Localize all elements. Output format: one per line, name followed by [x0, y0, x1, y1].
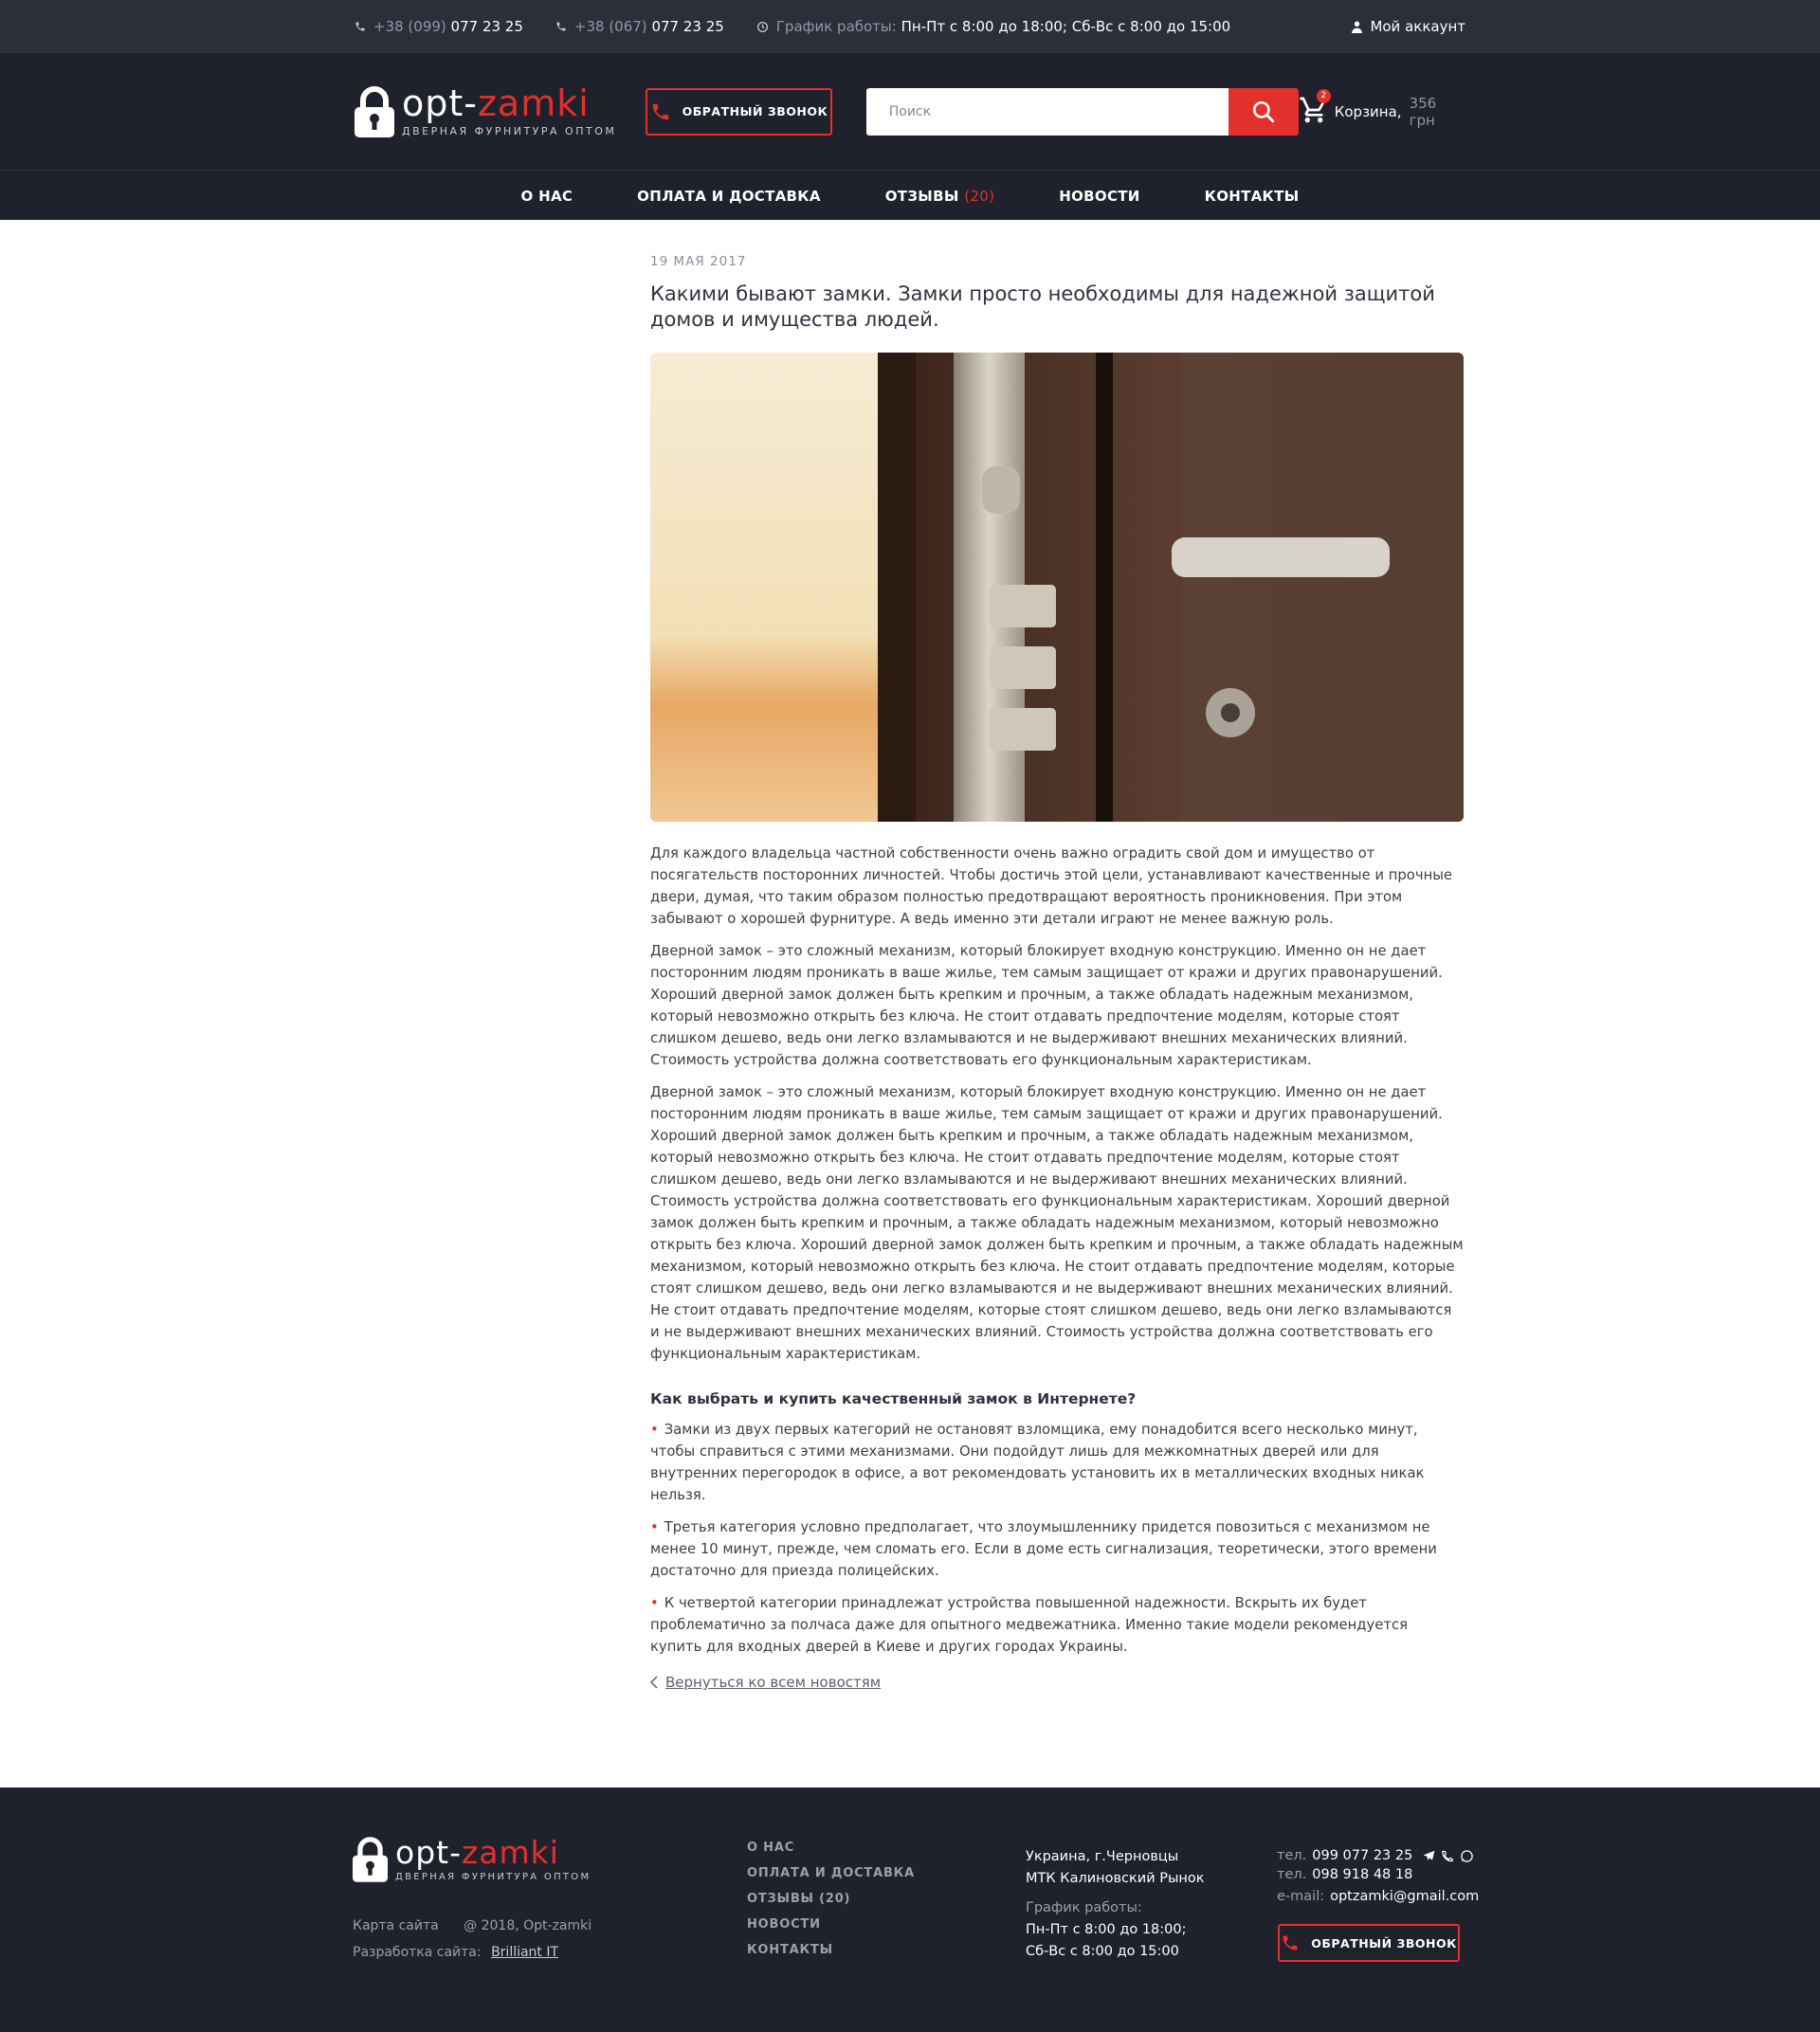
footer-address: Украина, г.Черновцы МТК Калиновский Рыно… [1026, 1846, 1205, 1963]
footer-phone-1[interactable]: тел. 099 077 23 25 [1277, 1846, 1479, 1865]
footer-logo-name: opt-zamki [395, 1834, 559, 1871]
cart-count-badge: 2 [1316, 88, 1331, 103]
phone-1-number: 077 23 25 [450, 18, 523, 35]
padlock-logo-icon [355, 85, 394, 137]
topbar-phone-2[interactable]: +38 (067) 077 23 25 [555, 18, 724, 35]
phone-icon [1283, 1935, 1298, 1950]
search-button[interactable] [1228, 87, 1299, 136]
user-icon [1352, 21, 1363, 33]
address-line-1: Украина, г.Черновцы [1026, 1849, 1179, 1864]
search-icon [1252, 100, 1274, 122]
developer-link[interactable]: Brilliant IT [491, 1945, 558, 1960]
footer-callback-label: ОБРАТНЫЙ ЗВОНОК [1311, 1935, 1457, 1950]
phone-1-prefix: +38 (099) [373, 18, 446, 35]
bullet-dot: • [650, 1422, 659, 1438]
footer-logo[interactable]: opt-zamki ДВЕРНАЯ ФУРНИТУРА ОПТОМ [353, 1837, 591, 1882]
phone-icon [355, 22, 365, 31]
article-date: 19 МАЯ 2017 [650, 254, 747, 269]
site-header: opt-zamki ДВЕРНАЯ ФУРНИТУРА ОПТОМ ОБРАТН… [0, 53, 1820, 170]
footer-logo-subtitle: ДВЕРНАЯ ФУРНИТУРА ОПТОМ [395, 1872, 592, 1882]
phone-2-prefix: +38 (067) [573, 18, 647, 35]
cart-sum: 356 грн [1409, 94, 1437, 129]
schedule-value: Пн-Пт с 8:00 до 18:00; Сб-Вс с 8:00 до 1… [901, 18, 1231, 35]
telegram-icon[interactable] [1422, 1849, 1436, 1862]
logo-subtitle: ДВЕРНАЯ ФУРНИТУРА ОПТОМ [402, 125, 617, 137]
tel-1: 099 077 23 25 [1312, 1848, 1413, 1863]
footer-schedule-line-1: Пн-Пт с 8:00 до 18:00; [1026, 1922, 1187, 1937]
topbar-schedule: График работы: Пн-Пт с 8:00 до 18:00; Сб… [756, 18, 1230, 35]
footer-nav: О НАС ОПЛАТА И ДОСТАВКА ОТЗЫВЫ (20) НОВО… [747, 1841, 915, 1968]
article-paragraph: Для каждого владельца частной собственно… [650, 845, 1453, 927]
article-content: Для каждого владельца частной собственно… [650, 843, 1464, 1658]
search-form [865, 87, 1299, 136]
bullet-dot: • [650, 1595, 659, 1611]
article-paragraph: Дверной замок – это сложный механизм, ко… [650, 1084, 1464, 1362]
site-footer: opt-zamki ДВЕРНАЯ ФУРНИТУРА ОПТОМ Карта … [0, 1787, 1820, 2032]
footer-schedule-line-2: Сб-Вс с 8:00 до 15:00 [1026, 1944, 1179, 1959]
footer-callback-button[interactable]: ОБРАТНЫЙ ЗВОНОК [1278, 1924, 1460, 1962]
footer-phone-2[interactable]: тел. 098 918 48 18 [1277, 1865, 1479, 1884]
phone-2-number: 077 23 25 [651, 18, 724, 35]
footer-schedule-label: График работы: [1026, 1900, 1142, 1915]
footer-link-payment-delivery[interactable]: ОПЛАТА И ДОСТАВКА [747, 1866, 915, 1880]
tel-2: 098 918 48 18 [1312, 1867, 1413, 1882]
footer-meta-row-1: Карта сайта @ 2018, Opt-zamki [353, 1918, 592, 1933]
door-lock-photo [650, 353, 1464, 822]
callback-button[interactable]: ОБРАТНЫЙ ЗВОНОК [646, 87, 832, 136]
copyright: @ 2018, Opt-zamki [464, 1918, 592, 1933]
schedule-label: График работы: [775, 18, 897, 35]
main-nav: О НАС ОПЛАТА И ДОСТАВКА ОТЗЫВЫ (20) НОВО… [0, 170, 1820, 220]
footer-email[interactable]: e-mail: optzamki@gmail.com [1277, 1887, 1479, 1906]
tel-label: тел. [1277, 1848, 1307, 1863]
footer-link-reviews[interactable]: ОТЗЫВЫ (20) [747, 1892, 915, 1906]
clock-icon [756, 21, 768, 32]
callback-label: ОБРАТНЫЙ ЗВОНОК [682, 104, 828, 118]
phone-icon [652, 103, 668, 119]
chevron-left-icon [650, 1676, 658, 1689]
bullet-item: • Замки из двух первых категорий не остан… [650, 1422, 1425, 1503]
bullet-item: • К четвертой категории принадлежат устро… [650, 1595, 1409, 1655]
footer-meta-row-2: Разработка сайта: Brilliant IT [353, 1945, 558, 1960]
phone-icon [556, 22, 566, 31]
nav-item-contacts[interactable]: КОНТАКТЫ [1205, 188, 1300, 205]
whatsapp-icon[interactable] [1460, 1849, 1474, 1863]
address-line-2: МТК Калиновский Рынок [1026, 1871, 1205, 1886]
cart-label: Корзина, [1334, 102, 1402, 120]
article-image [650, 353, 1464, 822]
bullet-item: • Третья категория условно предполагает, … [650, 1519, 1437, 1579]
account-label: Мой аккаунт [1370, 18, 1465, 35]
my-account-link[interactable]: Мой аккаунт [1352, 18, 1465, 35]
nav-item-payment-delivery[interactable]: ОПЛАТА И ДОСТАВКА [637, 188, 821, 205]
news-article: 19 МАЯ 2017 Какими бывают замки. Замки п… [650, 254, 1464, 1668]
sitemap-link[interactable]: Карта сайта [353, 1918, 439, 1933]
tel-label: тел. [1277, 1867, 1307, 1882]
site-logo[interactable]: opt-zamki ДВЕРНАЯ ФУРНИТУРА ОПТОМ [355, 85, 637, 137]
viber-icon[interactable] [1441, 1849, 1455, 1863]
footer-link-about[interactable]: О НАС [747, 1841, 915, 1855]
article-subheading: Как выбрать и купить качественный замок … [650, 1390, 1137, 1407]
nav-item-about[interactable]: О НАС [521, 188, 573, 205]
cart-widget[interactable]: 2 Корзина, 356 грн [1299, 88, 1465, 129]
footer-link-contacts[interactable]: КОНТАКТЫ [747, 1943, 915, 1957]
email-label: e-mail: [1277, 1889, 1325, 1904]
footer-link-news[interactable]: НОВОСТИ [747, 1917, 915, 1932]
logo-name: opt-zamki [402, 82, 590, 124]
footer-contacts: тел. 099 077 23 25 тел. 098 918 48 18 e-… [1277, 1846, 1479, 1906]
article-paragraph: Дверной замок – это сложный механизм, ко… [650, 943, 1443, 1068]
dev-label: Разработка сайта: [353, 1945, 482, 1960]
nav-item-reviews[interactable]: ОТЗЫВЫ (20) [885, 188, 995, 205]
nav-item-news[interactable]: НОВОСТИ [1059, 188, 1139, 205]
padlock-logo-icon [353, 1837, 388, 1882]
topbar-phone-1[interactable]: +38 (099) 077 23 25 [355, 18, 523, 35]
back-label: Вернуться ко всем новостям [665, 1674, 882, 1691]
back-to-news-link[interactable]: Вернуться ко всем новостям [650, 1674, 881, 1691]
reviews-count: (20) [964, 187, 995, 205]
article-title: Какими бывают замки. Замки просто необхо… [650, 282, 1435, 331]
email-value: optzamki@gmail.com [1330, 1889, 1480, 1904]
bullet-dot: • [650, 1519, 659, 1535]
search-input[interactable] [865, 87, 1228, 136]
top-bar: +38 (099) 077 23 25 +38 (067) 077 23 25 … [0, 0, 1820, 53]
